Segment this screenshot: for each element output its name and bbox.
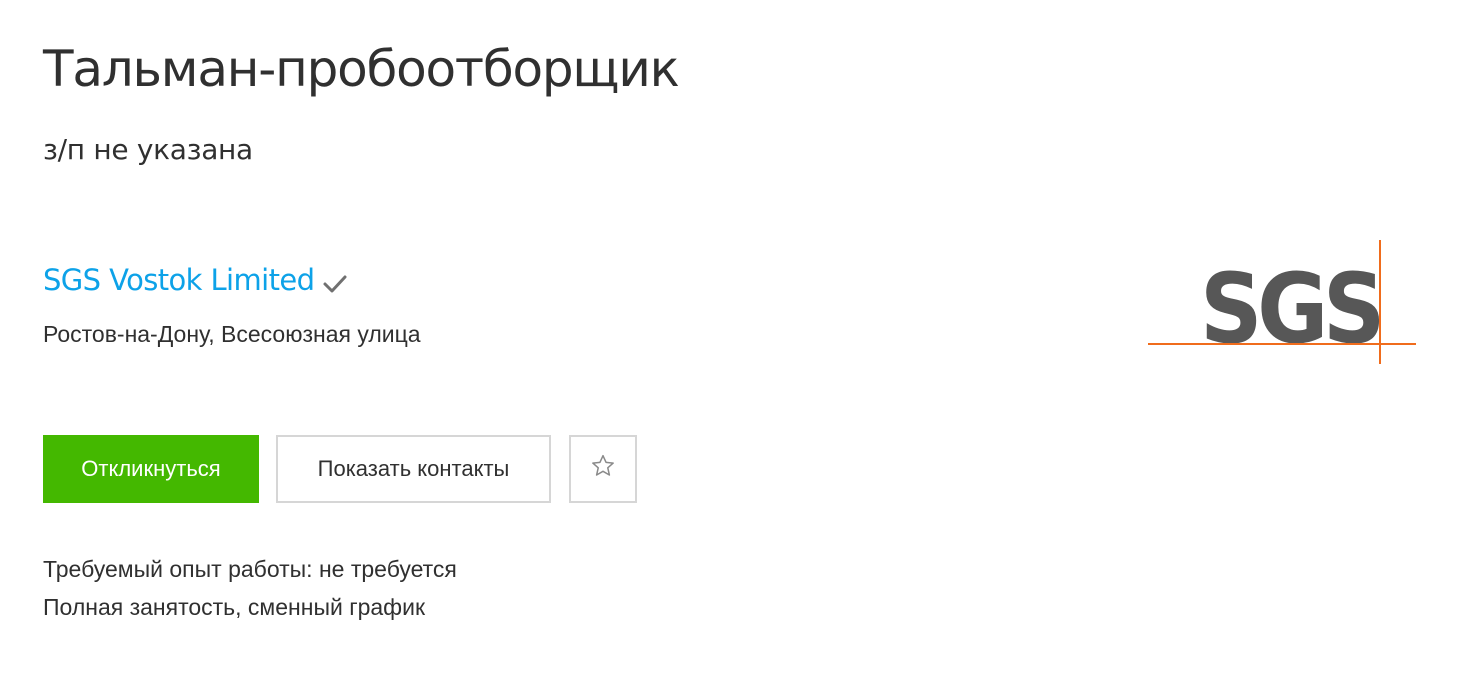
show-contacts-button[interactable]: Показать контакты <box>276 435 551 503</box>
employment-type: Полная занятость, сменный график <box>43 594 426 620</box>
company-block: SGS Vostok Limited <box>43 258 348 302</box>
experience-requirement: Требуемый опыт работы: не требуется <box>43 556 457 582</box>
vacancy-details: Требуемый опыт работы: не требуется Полн… <box>43 550 457 626</box>
favorite-button[interactable] <box>569 435 637 503</box>
company-address: Ростов-на-Дону, Всесоюзная улица <box>43 321 421 347</box>
salary-text: з/п не указана <box>43 133 253 166</box>
vacancy-title: Тальман-пробоотборщик <box>43 40 680 98</box>
svg-text:SGS: SGS <box>1200 253 1380 365</box>
checkmark-icon <box>322 273 348 295</box>
star-outline-icon <box>590 453 616 485</box>
apply-button[interactable]: Откликнуться <box>43 435 259 503</box>
company-logo[interactable]: SGS <box>1146 238 1418 366</box>
company-name-link[interactable]: SGS Vostok Limited <box>43 258 315 302</box>
action-buttons: Откликнуться Показать контакты <box>43 435 637 503</box>
